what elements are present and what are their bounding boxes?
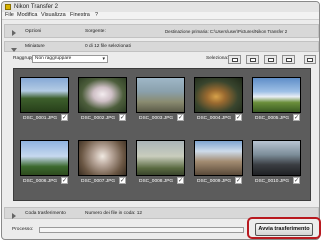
- callout-highlight: [247, 217, 321, 239]
- options-section-header[interactable]: Opzioni Sorgente: Destinazione primaria:…: [4, 24, 319, 38]
- source-label: Sorgente:: [85, 29, 106, 34]
- thumbnail-image[interactable]: [252, 140, 301, 176]
- group-select[interactable]: Non raggruppare ▾: [32, 55, 108, 63]
- thumbnail-checkbox[interactable]: ✓: [61, 114, 68, 121]
- thumbnail-image[interactable]: [78, 77, 127, 113]
- small-thumbnail-icon: [250, 58, 256, 62]
- menu-bar: File Modifica Visualizza Finestra ?: [2, 12, 319, 20]
- thumbnail-filename: DSC_0008.JPG: [139, 179, 174, 184]
- select-label: Seleziona:: [206, 56, 229, 61]
- thumbnail-checkbox[interactable]: ✓: [177, 114, 184, 121]
- thumbnail-checkbox[interactable]: ✓: [177, 177, 184, 184]
- thumbnail-image[interactable]: [136, 77, 185, 113]
- large-thumbnail-icon: [286, 58, 292, 62]
- filmstrip-icon: [307, 58, 313, 62]
- queue-count: Numero dei file in coda: 12: [85, 211, 143, 216]
- thumbnail-checkbox[interactable]: ✓: [119, 177, 126, 184]
- view-small-button[interactable]: [246, 55, 259, 64]
- thumbnails-label: Miniature: [25, 44, 45, 49]
- menu-help[interactable]: ?: [95, 12, 98, 19]
- thumbnail-item[interactable]: DSC_0010.JPG ✓: [250, 138, 303, 188]
- thumbnail-filename: DSC_0005.JPG: [255, 116, 290, 121]
- thumbnail-image[interactable]: [252, 77, 301, 113]
- selected-count: 0 di 12 file selezionati: [85, 44, 131, 49]
- options-label: Opzioni: [25, 29, 42, 34]
- thumbnail-filename: DSC_0001.JPG: [23, 116, 58, 121]
- thumbnail-image[interactable]: [20, 140, 69, 176]
- app-window: Nikon Transfer 2 File Modifica Visualizz…: [1, 1, 320, 240]
- thumbnail-image[interactable]: [194, 140, 243, 176]
- view-filmstrip-button[interactable]: [304, 55, 316, 64]
- thumbnails-section-header[interactable]: Miniature 0 di 12 file selezionati: [4, 41, 319, 52]
- collapse-arrow-icon[interactable]: [11, 48, 17, 52]
- thumbnail-filename: DSC_0009.JPG: [197, 179, 232, 184]
- thumbnail-item[interactable]: DSC_0007.JPG ✓: [76, 138, 129, 188]
- menu-visualizza[interactable]: Visualizza: [41, 12, 66, 19]
- chevron-down-icon: ▾: [102, 56, 105, 62]
- thumbnail-filename: DSC_0003.JPG: [139, 116, 174, 121]
- menu-file[interactable]: File: [5, 12, 14, 19]
- thumbnail-grid: DSC_0001.JPG ✓ DSC_0002.JPG ✓ DSC_0003.J…: [13, 68, 311, 201]
- thumbnail-checkbox[interactable]: ✓: [235, 114, 242, 121]
- thumbnail-toolbar: Raggruppa: Non raggruppare ▾ Seleziona:: [4, 53, 319, 66]
- thumbnail-item[interactable]: DSC_0008.JPG ✓: [134, 138, 187, 188]
- thumbnail-item[interactable]: DSC_0006.JPG ✓: [18, 138, 71, 188]
- thumbnail-checkbox[interactable]: ✓: [61, 177, 68, 184]
- thumbnail-item[interactable]: DSC_0009.JPG ✓: [192, 138, 245, 188]
- thumbnail-checkbox[interactable]: ✓: [293, 114, 300, 121]
- process-label: Processo:: [12, 227, 34, 232]
- medium-thumbnail-icon: [268, 58, 274, 62]
- thumbnail-filename: DSC_0004.JPG: [197, 116, 232, 121]
- thumbnail-item[interactable]: DSC_0001.JPG ✓: [18, 75, 71, 125]
- expand-arrow-icon[interactable]: [12, 30, 16, 36]
- view-large-button[interactable]: [282, 55, 295, 64]
- menu-finestra[interactable]: Finestra: [70, 12, 90, 19]
- queue-label: Coda trasferimento: [25, 211, 66, 216]
- thumbnail-filename: DSC_0006.JPG: [23, 179, 58, 184]
- grid-view-icon: [232, 58, 238, 62]
- app-icon: [5, 4, 11, 10]
- thumbnail-image[interactable]: [194, 77, 243, 113]
- title-bar: Nikon Transfer 2: [2, 2, 319, 12]
- thumbnail-checkbox[interactable]: ✓: [293, 177, 300, 184]
- thumbnail-item[interactable]: DSC_0002.JPG ✓: [76, 75, 129, 125]
- menu-modifica[interactable]: Modifica: [17, 12, 37, 19]
- thumbnail-image[interactable]: [20, 77, 69, 113]
- thumbnail-checkbox[interactable]: ✓: [235, 177, 242, 184]
- view-grid-button[interactable]: [228, 55, 241, 64]
- thumbnail-item[interactable]: DSC_0004.JPG ✓: [192, 75, 245, 125]
- window-title: Nikon Transfer 2: [14, 4, 59, 10]
- view-medium-button[interactable]: [264, 55, 277, 64]
- thumbnail-filename: DSC_0002.JPG: [81, 116, 116, 121]
- thumbnail-filename: DSC_0010.JPG: [255, 179, 290, 184]
- thumbnail-image[interactable]: [78, 140, 127, 176]
- progress-bar: [39, 227, 244, 233]
- destination-text: Destinazione primaria: C:\Users\user\Pic…: [165, 29, 288, 34]
- thumbnail-item[interactable]: DSC_0005.JPG ✓: [250, 75, 303, 125]
- thumbnail-checkbox[interactable]: ✓: [119, 114, 126, 121]
- group-select-value: Non raggruppare: [35, 56, 72, 61]
- thumbnail-image[interactable]: [136, 140, 185, 176]
- thumbnail-filename: DSC_0007.JPG: [81, 179, 116, 184]
- thumbnail-item[interactable]: DSC_0003.JPG ✓: [134, 75, 187, 125]
